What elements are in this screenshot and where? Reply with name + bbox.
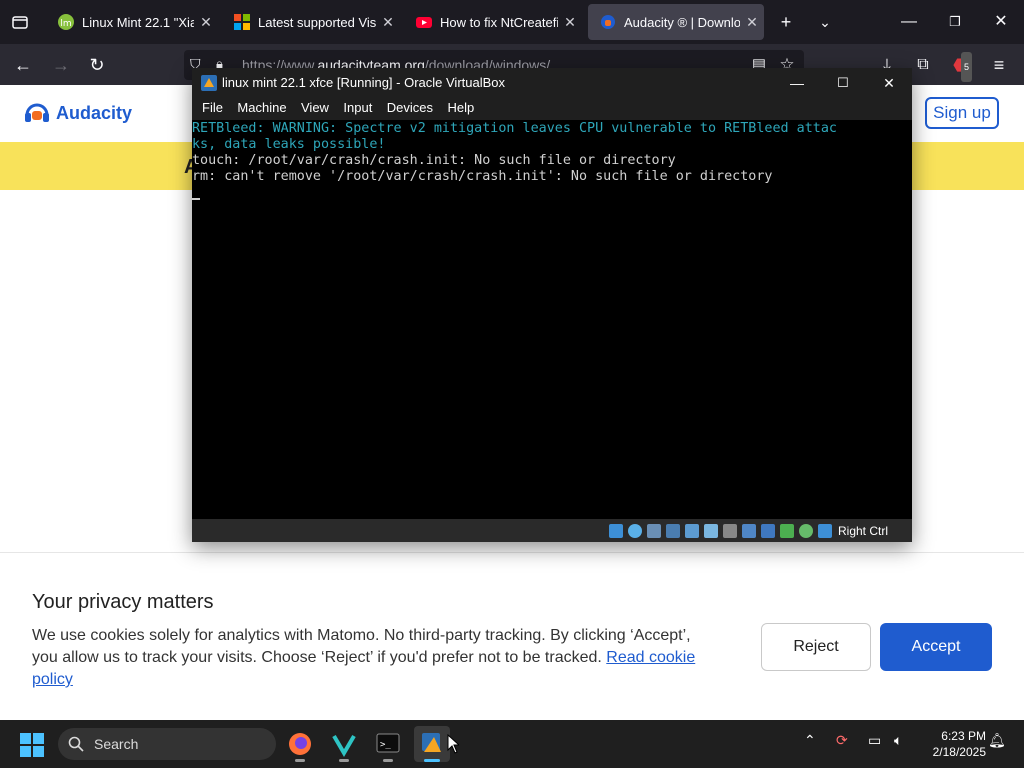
tab-visual-cpp[interactable]: Latest supported Visual C++ ✕ [222, 4, 400, 40]
reject-button[interactable]: Reject [761, 623, 871, 671]
host-key-label: Right Ctrl [837, 523, 888, 538]
virtualbox-title-bar[interactable]: linux mint 22.1 xfce [Running] - Oracle … [192, 68, 912, 98]
tab-title: Linux Mint 22.1 "Xia" - • [82, 14, 194, 30]
youtube-favicon-icon [416, 14, 432, 30]
taskbar-clock[interactable]: 6:23 PM 2/18/2025 [920, 728, 986, 760]
clock-time: 6:23 PM [941, 729, 986, 743]
svg-text:>_: >_ [380, 740, 391, 750]
optical-drive-icon[interactable] [627, 523, 642, 538]
audacity-favicon-icon [600, 14, 616, 30]
back-arrow-icon[interactable]: ← [8, 50, 38, 80]
volume-muted-icon[interactable]: 🔈︎ [894, 732, 902, 749]
search-icon [68, 736, 84, 752]
console-cursor [192, 185, 912, 205]
search-placeholder: Search [94, 736, 139, 752]
close-window-icon[interactable]: ✕ [978, 0, 1024, 44]
audio-icon[interactable] [646, 523, 661, 538]
menu-machine[interactable]: Machine [237, 98, 286, 118]
tab-title: Audacity ® | Download [624, 14, 740, 30]
accept-button[interactable]: Accept [880, 623, 992, 671]
tab-linux-mint[interactable]: lm Linux Mint 22.1 "Xia" - • ✕ [46, 4, 218, 40]
audacity-logo[interactable]: Audacity [24, 101, 132, 125]
restore-window-icon[interactable]: ❐ [932, 0, 978, 44]
tab-title: Latest supported Visual C++ [258, 14, 376, 30]
forward-arrow-icon[interactable]: → [46, 50, 76, 80]
tab-overflow-chevron-icon[interactable]: ⌄ [810, 8, 840, 36]
extension-badge: 5 [960, 52, 972, 82]
keyboard-icon[interactable] [817, 523, 832, 538]
minimize-window-icon[interactable]: — [886, 0, 932, 44]
menu-view[interactable]: View [301, 98, 329, 118]
console-line: ks, data leaks possible! [192, 137, 386, 152]
virtualbox-taskbar-icon[interactable] [414, 726, 450, 762]
menu-file[interactable]: File [202, 98, 223, 118]
taskbar-search-box[interactable]: Search [58, 728, 276, 760]
video-capture-icon[interactable] [722, 523, 737, 538]
windows-taskbar: Search >_ ⌃ ⟳ ▭ 🔈︎ 6:23 PM 2/18/2025 🔔︎ [0, 720, 1024, 768]
app-menu-icon[interactable]: ≡ [984, 50, 1014, 80]
windows-start-icon[interactable] [20, 733, 44, 757]
vbox-close-icon[interactable]: ✕ [866, 68, 912, 98]
tab-ntcreatefile[interactable]: How to fix NtCreatefile ✕ [404, 4, 582, 40]
close-tab-icon[interactable]: ✕ [740, 14, 764, 31]
console-line: RETBleed: WARNING: Spectre v2 mitigation… [192, 121, 837, 136]
shared-folders-icon[interactable] [703, 523, 718, 538]
cookie-text: We use cookies solely for analytics with… [32, 627, 696, 688]
vbox-maximize-icon[interactable]: ☐ [820, 68, 866, 98]
usb-icon[interactable] [684, 523, 699, 538]
close-tab-icon[interactable]: ✕ [376, 14, 400, 31]
menu-devices[interactable]: Devices [387, 98, 433, 118]
virtualbox-window: linux mint 22.1 xfce [Running] - Oracle … [192, 68, 912, 542]
mouse-cursor-icon [447, 733, 461, 759]
microsoft-favicon-icon [234, 14, 250, 30]
cookie-consent-banner: Your privacy matters We use cookies sole… [0, 552, 1024, 720]
terminal-taskbar-icon[interactable]: >_ [370, 726, 406, 762]
network-icon[interactable] [665, 523, 680, 538]
recording-icon[interactable] [760, 523, 775, 538]
close-tab-icon[interactable]: ✕ [558, 14, 582, 31]
clock-date: 2/18/2025 [932, 745, 986, 759]
mouse-integration-icon[interactable] [798, 523, 813, 538]
audacity-logo-icon [25, 103, 49, 122]
console-line: rm: can't remove '/root/var/crash/crash.… [192, 169, 773, 184]
tab-title: How to fix NtCreatefile [440, 14, 558, 30]
extensions-icon[interactable]: ⧉ [908, 50, 938, 80]
display-icon[interactable] [741, 523, 756, 538]
ublock-extension-icon[interactable]: ⬣5 [946, 50, 976, 82]
network-tray-icon[interactable]: ▭ [868, 732, 881, 749]
virtualbox-title: linux mint 22.1 xfce [Running] - Oracle … [222, 75, 506, 90]
virtualbox-icon [200, 74, 218, 92]
browser-tab-bar: lm Linux Mint 22.1 "Xia" - • ✕ Latest su… [0, 0, 1024, 44]
new-tab-icon[interactable]: + [771, 8, 801, 36]
menu-help[interactable]: Help [447, 98, 474, 118]
firefox-taskbar-icon[interactable] [282, 726, 318, 762]
show-hidden-icons-chevron-icon[interactable]: ⌃ [804, 732, 816, 749]
console-line: touch: /root/var/crash/crash.init: No su… [192, 153, 676, 168]
sign-up-button[interactable]: Sign up [925, 97, 999, 129]
vbox-minimize-icon[interactable]: — [774, 68, 820, 98]
list-all-tabs-icon[interactable] [6, 8, 34, 36]
vm-console-screen[interactable]: RETBleed: WARNING: Spectre v2 mitigation… [192, 120, 912, 519]
logo-text: Audacity [56, 102, 133, 123]
reload-icon[interactable]: ↻ [82, 50, 112, 80]
virtualbox-status-bar: Right Ctrl [192, 519, 912, 542]
hard-disk-icon[interactable] [608, 523, 623, 538]
notifications-bell-icon[interactable]: 🔔︎ [988, 732, 1006, 749]
close-tab-icon[interactable]: ✕ [194, 14, 218, 31]
virtualbox-menu-bar: File Machine View Input Devices Help [192, 98, 912, 120]
visual-studio-taskbar-icon[interactable] [326, 726, 362, 762]
virtualization-icon[interactable] [779, 523, 794, 538]
linux-mint-favicon-icon: lm [58, 14, 74, 30]
tab-audacity[interactable]: Audacity ® | Download ✕ [588, 4, 764, 40]
cookie-title: Your privacy matters [32, 591, 214, 613]
svg-text:lm: lm [60, 19, 71, 29]
update-sync-icon[interactable]: ⟳ [836, 732, 848, 749]
menu-input[interactable]: Input [343, 98, 372, 118]
